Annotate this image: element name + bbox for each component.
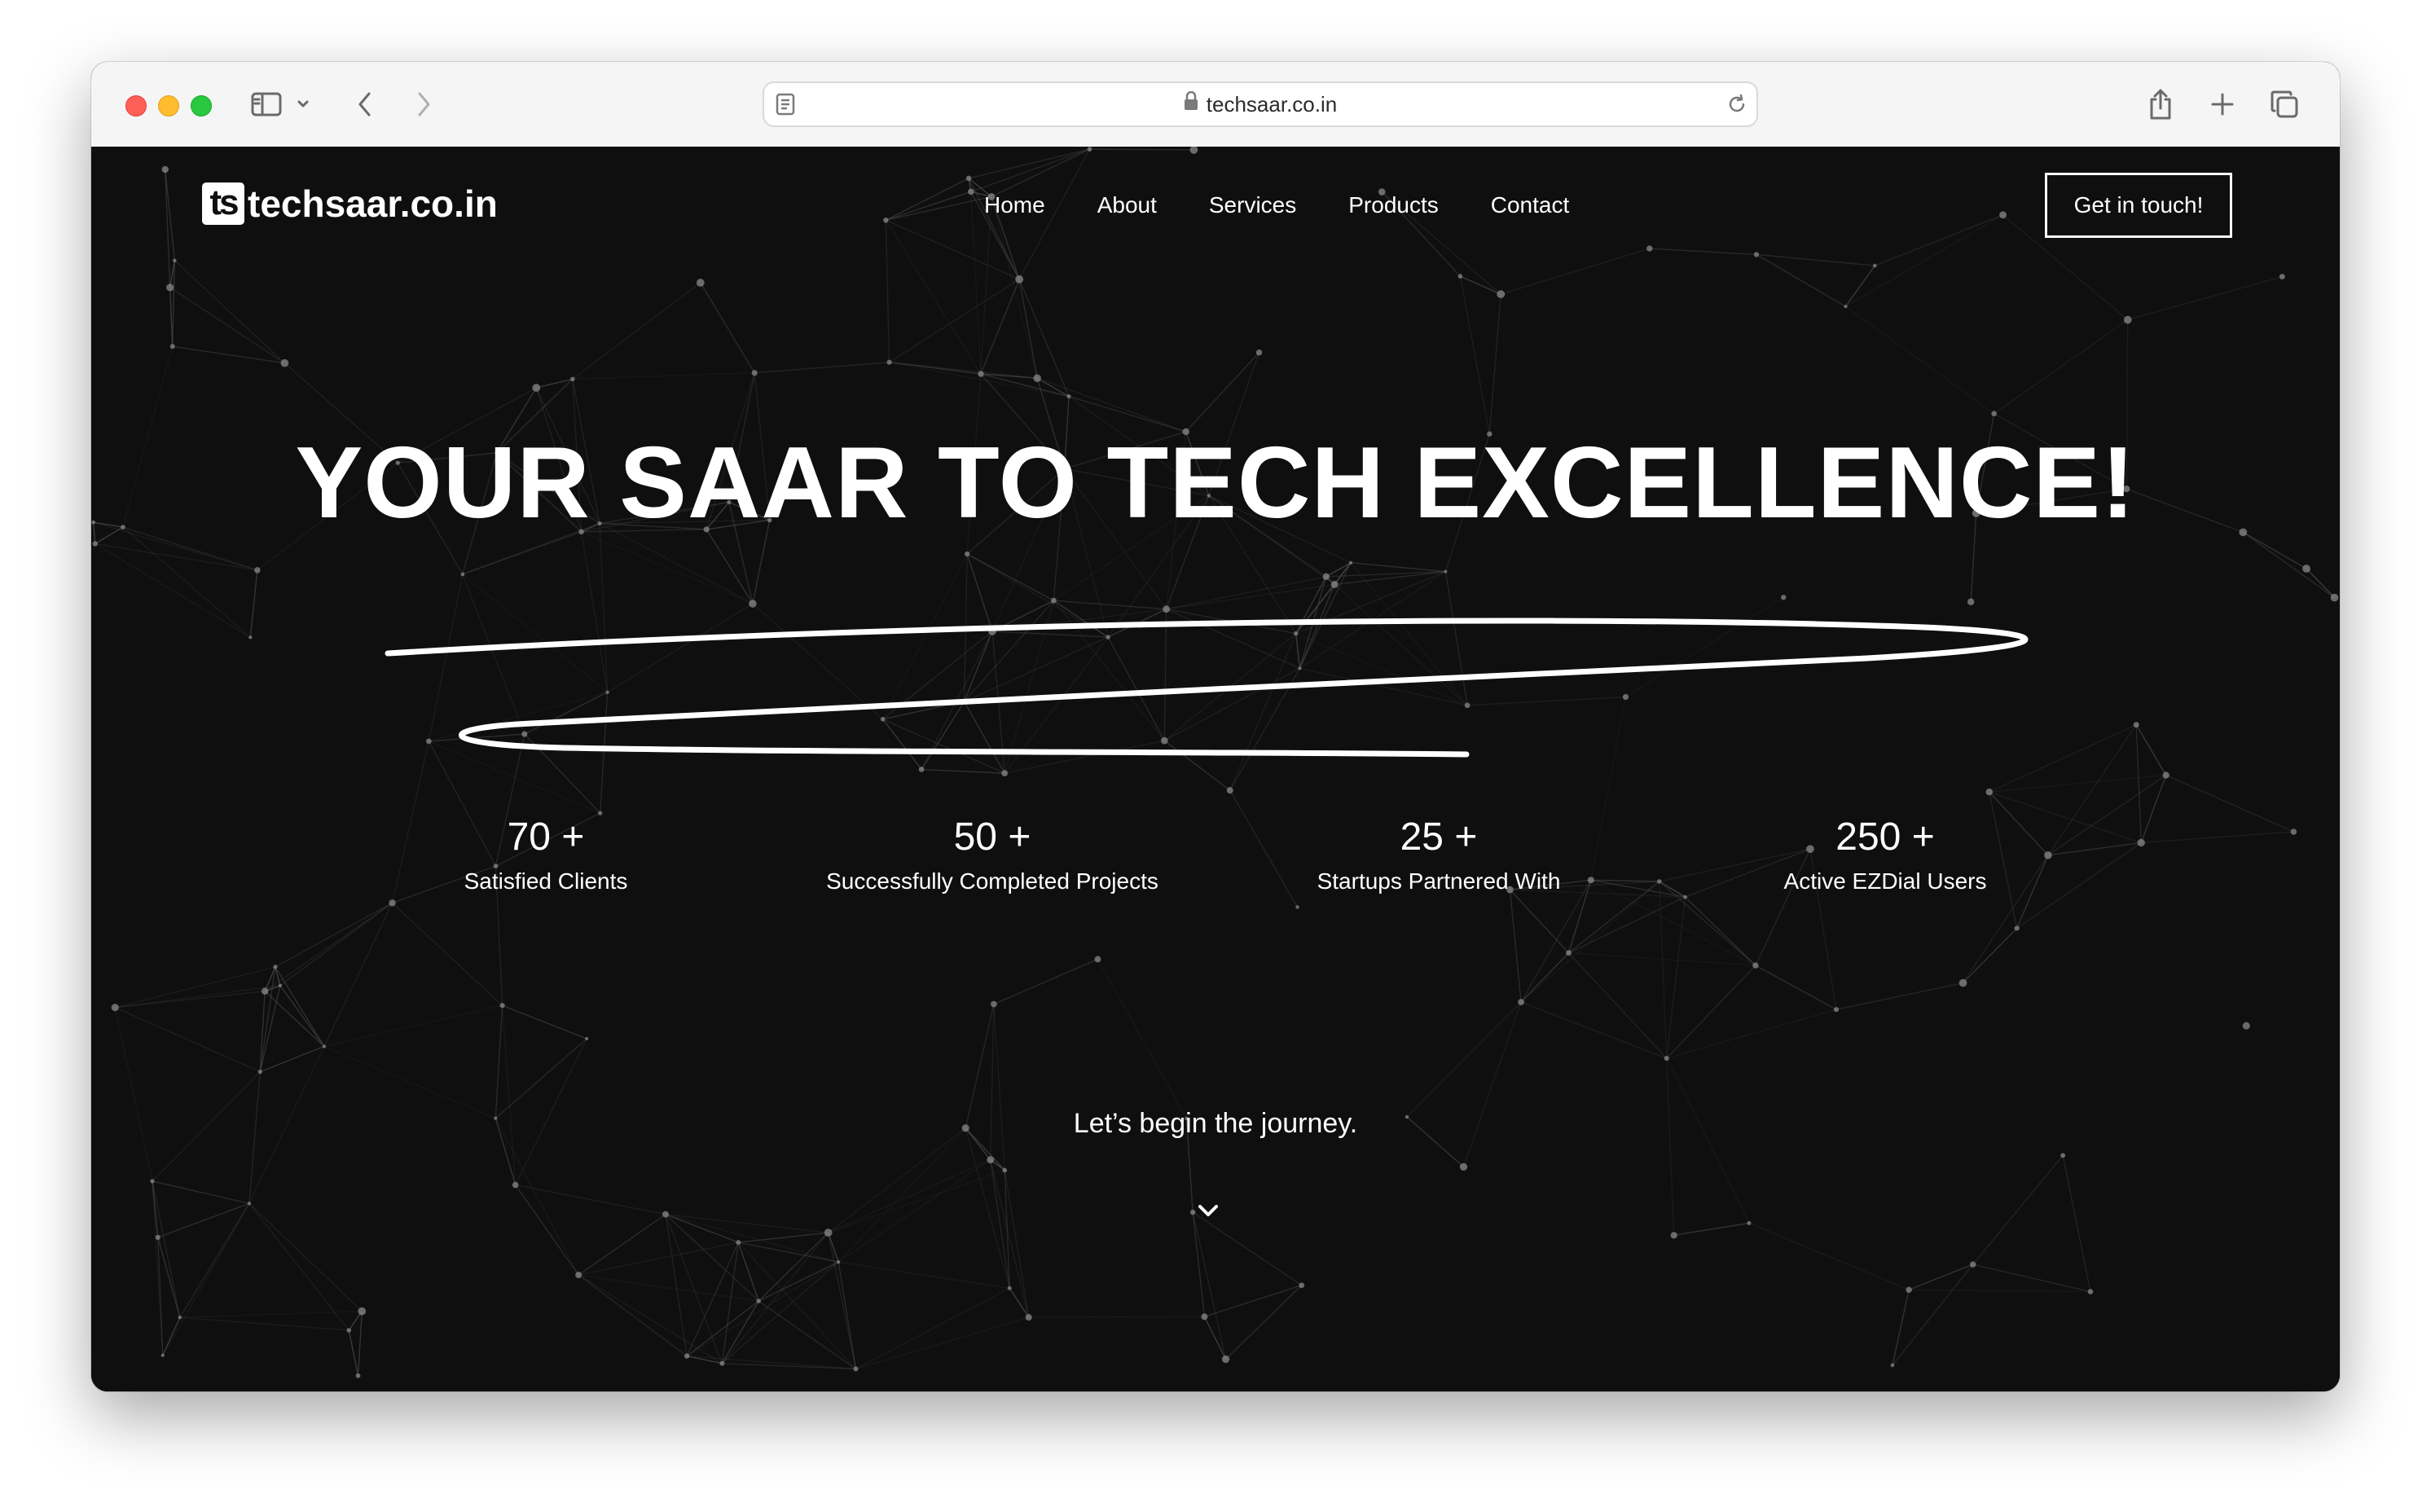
stat-value: 70 + bbox=[507, 815, 585, 859]
chevron-left-icon[interactable] bbox=[349, 81, 381, 127]
webpage: ts techsaar.co.in Home About Services Pr… bbox=[91, 147, 2340, 1391]
stat-value: 50 + bbox=[953, 815, 1031, 859]
stat-completed-projects: 50 + Successfully Completed Projects bbox=[780, 815, 1204, 894]
browser-window: techsaar.co.in ts techsaar.co.in Home Ab… bbox=[91, 62, 2340, 1391]
url-text: techsaar.co.in bbox=[1206, 92, 1338, 116]
zoom-window-button[interactable] bbox=[191, 95, 212, 116]
chevron-right-icon[interactable] bbox=[407, 81, 440, 127]
share-icon[interactable] bbox=[2143, 81, 2178, 127]
stat-value: 250 + bbox=[1835, 815, 1935, 859]
plus-icon[interactable] bbox=[2205, 81, 2240, 127]
close-window-button[interactable] bbox=[125, 95, 147, 116]
stat-startups-partnered: 25 + Startups Partnered With bbox=[1227, 815, 1651, 894]
sidebar-icon[interactable] bbox=[246, 81, 287, 127]
journey-text: Let’s begin the journey. bbox=[1073, 1108, 1358, 1139]
stat-value: 25 + bbox=[1400, 815, 1478, 859]
stat-label: Satisfied Clients bbox=[464, 868, 628, 894]
stat-satisfied-clients: 70 + Satisfied Clients bbox=[334, 815, 758, 894]
chevron-down-icon[interactable] bbox=[1196, 1202, 1220, 1219]
reload-icon[interactable] bbox=[1725, 93, 1748, 120]
address-bar[interactable]: techsaar.co.in bbox=[763, 81, 1758, 127]
lock-icon bbox=[1184, 82, 1198, 125]
browser-toolbar: techsaar.co.in bbox=[91, 62, 2340, 148]
stat-label: Active EZDial Users bbox=[1783, 868, 1987, 894]
stat-label: Startups Partnered With bbox=[1317, 868, 1561, 894]
stat-ezdial-users: 250 + Active EZDial Users bbox=[1673, 815, 2097, 894]
stat-label: Successfully Completed Projects bbox=[826, 868, 1158, 894]
tabs-overview-icon[interactable] bbox=[2266, 81, 2302, 127]
minimize-window-button[interactable] bbox=[158, 95, 179, 116]
sidebar-menu-chevron-icon[interactable] bbox=[293, 81, 313, 127]
url-display: techsaar.co.in bbox=[764, 83, 1756, 125]
